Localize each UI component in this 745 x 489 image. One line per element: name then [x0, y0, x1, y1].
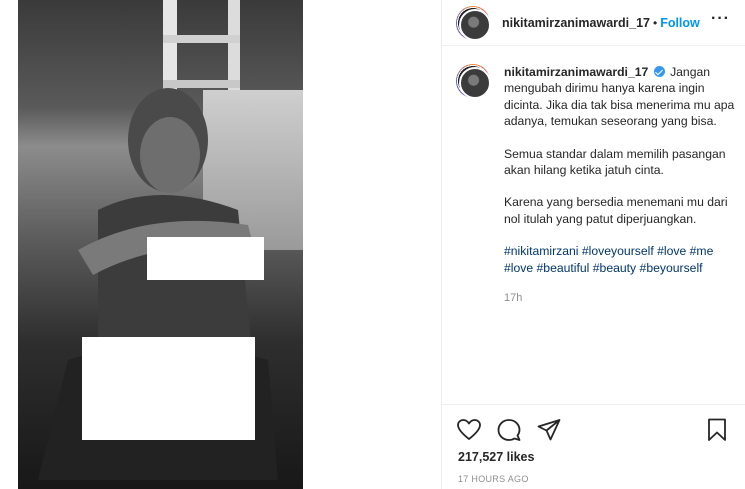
caption: nikitamirzanimawardi_17 Jangan mengubah … — [456, 64, 742, 306]
more-options-icon[interactable]: ··· — [711, 10, 730, 28]
caption-body: nikitamirzanimawardi_17 Jangan mengubah … — [504, 64, 736, 306]
post-media-area — [0, 0, 441, 489]
caption-timestamp[interactable]: 17h — [504, 290, 736, 306]
send-icon[interactable] — [536, 417, 562, 443]
caption-paragraph-3: Karena yang bersedia menemani mu dari no… — [504, 195, 728, 226]
hashtag-link[interactable]: #love — [504, 261, 533, 275]
censor-block — [147, 237, 264, 280]
verified-badge-icon — [653, 66, 665, 77]
hashtag-link[interactable]: #me — [690, 244, 714, 258]
hashtag-link[interactable]: #beyourself — [640, 261, 703, 275]
hashtag-link[interactable]: #beauty — [593, 261, 636, 275]
username-link[interactable]: nikitamirzanimawardi_17 — [502, 16, 650, 30]
post-timestamp[interactable]: 17 HOURS AGO — [458, 474, 529, 484]
heart-icon[interactable] — [456, 417, 482, 443]
censor-block — [82, 337, 255, 440]
follow-button[interactable]: Follow — [660, 16, 700, 30]
comment-panel: nikitamirzanimawardi_17 • Follow ··· nik… — [441, 0, 745, 489]
likes-count[interactable]: 217,527 likes — [458, 450, 534, 464]
bookmark-icon[interactable] — [704, 417, 730, 443]
hashtag-link[interactable]: #beautiful — [537, 261, 590, 275]
post-header: nikitamirzanimawardi_17 • Follow ··· — [442, 0, 745, 46]
avatar[interactable] — [456, 5, 491, 41]
hashtag-link[interactable]: #nikitamirzani — [504, 244, 579, 258]
caption-username[interactable]: nikitamirzanimawardi_17 — [504, 65, 648, 79]
avatar[interactable] — [456, 64, 491, 99]
comment-icon[interactable] — [496, 417, 522, 443]
hashtag-list: #nikitamirzani #loveyourself #love #me #… — [504, 243, 736, 276]
action-bar: 217,527 likes 17 HOURS AGO — [442, 404, 745, 489]
hashtag-link[interactable]: #love — [657, 244, 686, 258]
separator-dot: • — [652, 15, 658, 30]
action-buttons — [456, 417, 562, 443]
hashtag-link[interactable]: #loveyourself — [582, 244, 654, 258]
caption-paragraph-2: Semua standar dalam memilih pasangan aka… — [504, 146, 726, 178]
